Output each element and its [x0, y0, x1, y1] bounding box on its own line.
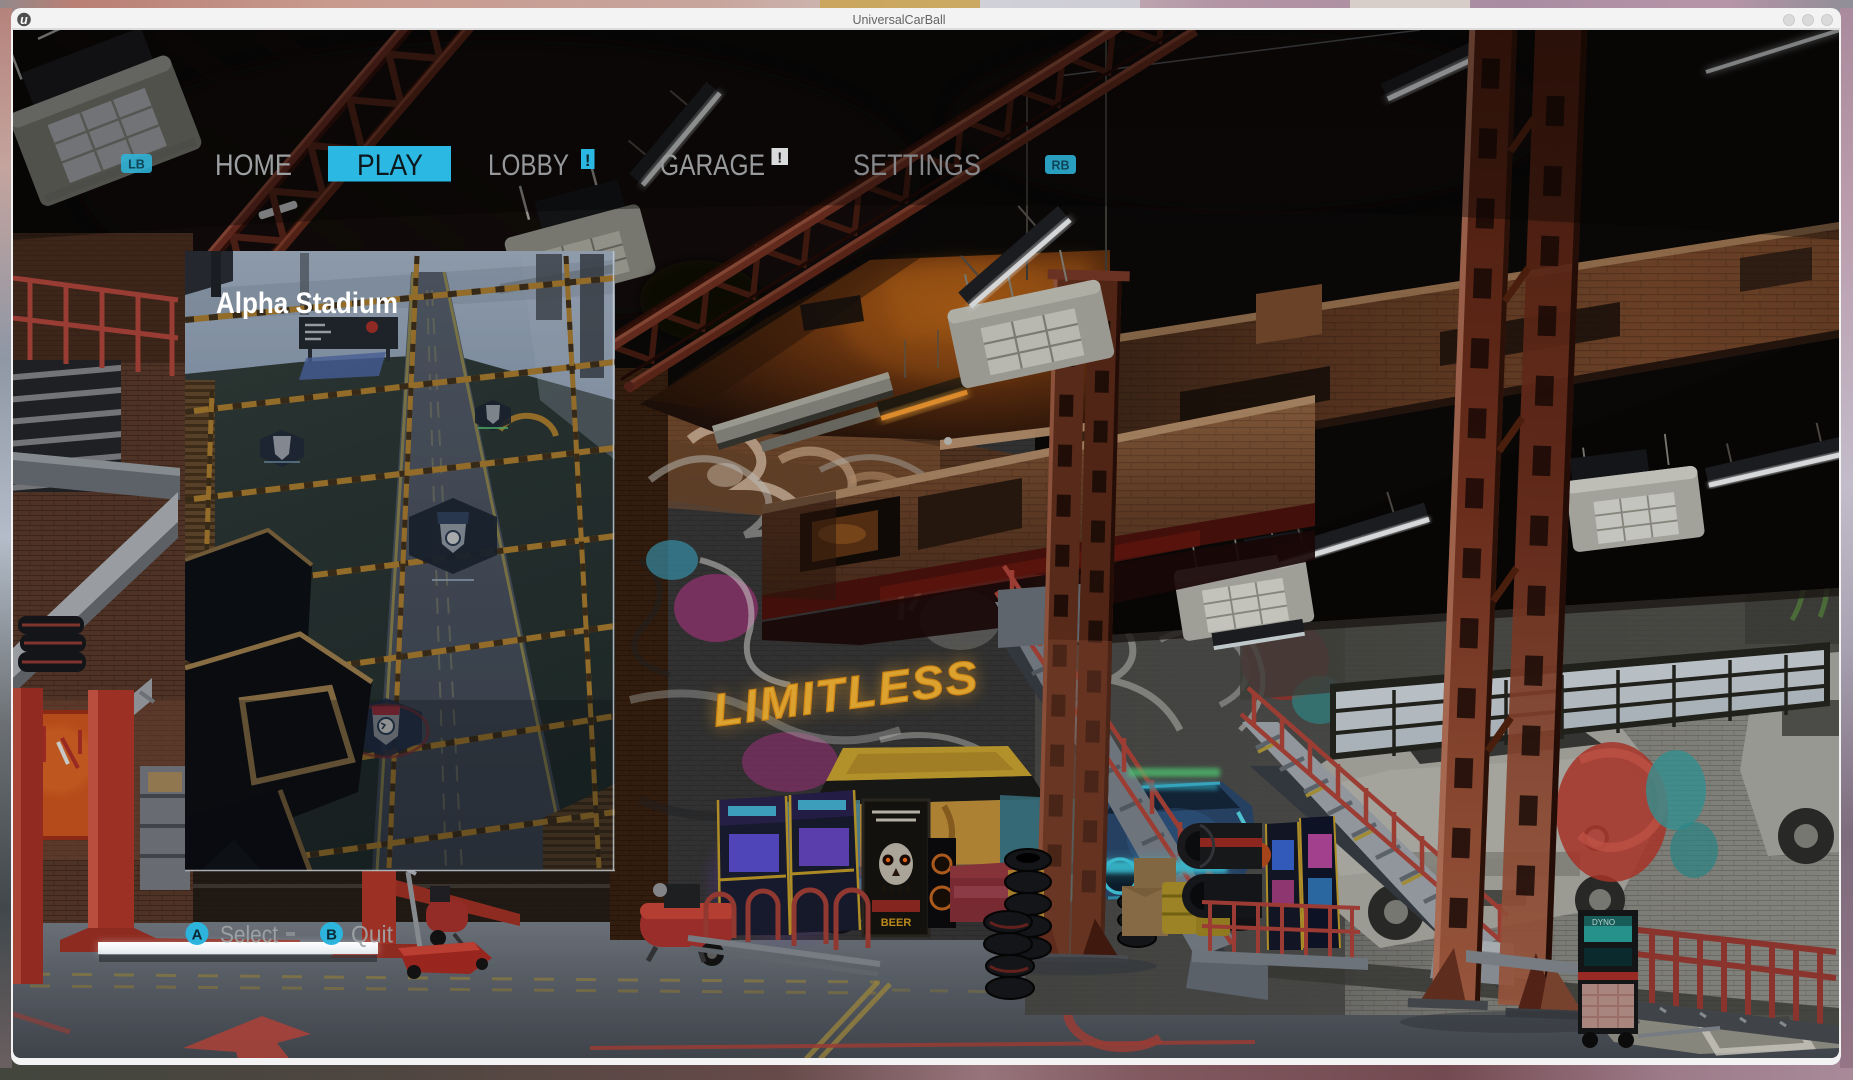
svg-text:Alpha Stadium: Alpha Stadium — [216, 287, 398, 320]
svg-text:HOME: HOME — [215, 149, 292, 182]
svg-text:GARAGE: GARAGE — [660, 149, 765, 182]
svg-text:Quit: Quit — [351, 922, 393, 949]
svg-text:A: A — [192, 927, 203, 944]
svg-text:!: ! — [585, 151, 591, 170]
svg-text:UniversalCarBall: UniversalCarBall — [852, 13, 945, 27]
svg-text:RB: RB — [1051, 159, 1069, 173]
svg-text:LOBBY: LOBBY — [488, 149, 569, 182]
svg-text:u: u — [20, 13, 28, 27]
svg-text:SETTINGS: SETTINGS — [853, 149, 981, 182]
svg-text:PLAY: PLAY — [357, 149, 423, 182]
svg-text:B: B — [326, 927, 337, 944]
svg-text:!: ! — [777, 150, 782, 167]
svg-text:LB: LB — [128, 158, 145, 172]
svg-text:Select: Select — [220, 922, 278, 949]
